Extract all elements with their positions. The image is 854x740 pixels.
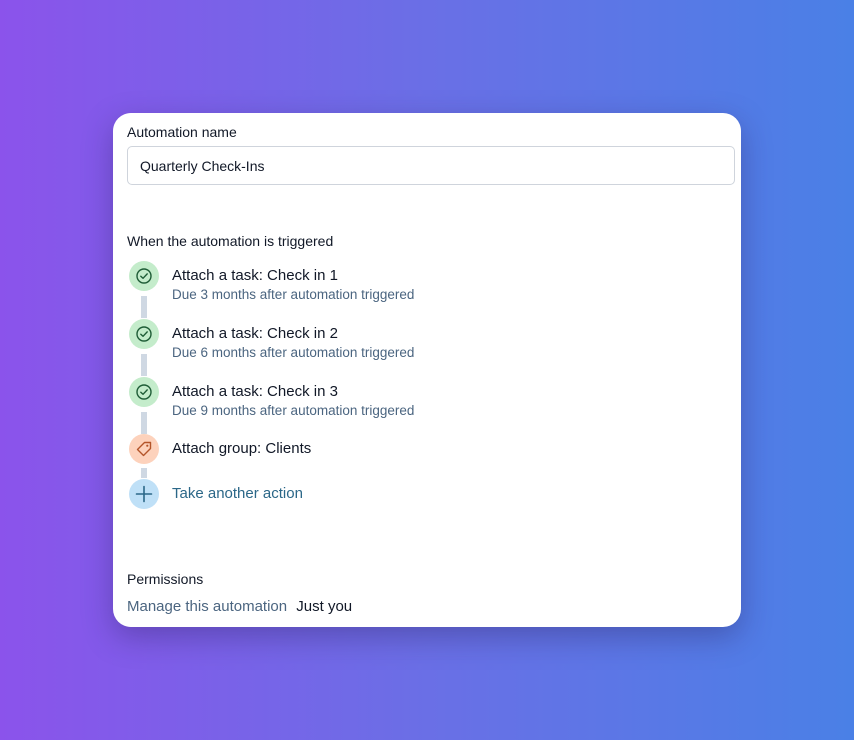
tag-icon xyxy=(129,434,159,464)
step-title: Attach a task: Check in 2 xyxy=(172,325,338,342)
manage-automation-link[interactable]: Manage this automation xyxy=(127,598,287,615)
take-another-action-button[interactable]: Take another action xyxy=(127,479,727,519)
check-circle-icon xyxy=(129,377,159,407)
automation-name-input[interactable] xyxy=(127,146,735,185)
permissions-value: Just you xyxy=(296,598,353,615)
plus-icon xyxy=(129,479,159,509)
take-another-action-label[interactable]: Take another action xyxy=(172,485,303,502)
timeline-step-1[interactable]: Attach a task: Check in 1 Due 3 months a… xyxy=(127,261,727,302)
step-title: Attach group: Clients xyxy=(172,440,312,457)
trigger-heading: When the automation is triggered xyxy=(127,233,334,249)
step-subtitle: Due 6 months after automation triggered xyxy=(172,345,415,360)
step-title: Attach a task: Check in 1 xyxy=(172,267,338,284)
step-subtitle: Due 9 months after automation triggered xyxy=(172,403,415,418)
automation-card: Automation name When the automation is t… xyxy=(113,113,741,627)
step-subtitle: Due 3 months after automation triggered xyxy=(172,287,415,302)
permissions-row: Manage this automation Just you xyxy=(127,598,352,615)
timeline-step-3[interactable]: Attach a task: Check in 3 Due 9 months a… xyxy=(127,377,727,418)
check-circle-icon xyxy=(129,319,159,349)
check-circle-icon xyxy=(129,261,159,291)
timeline-step-2[interactable]: Attach a task: Check in 2 Due 6 months a… xyxy=(127,319,727,360)
step-title: Attach a task: Check in 3 xyxy=(172,383,338,400)
timeline-step-4[interactable]: Attach group: Clients xyxy=(127,434,727,474)
automation-name-label: Automation name xyxy=(127,124,237,140)
permissions-heading: Permissions xyxy=(127,571,204,587)
